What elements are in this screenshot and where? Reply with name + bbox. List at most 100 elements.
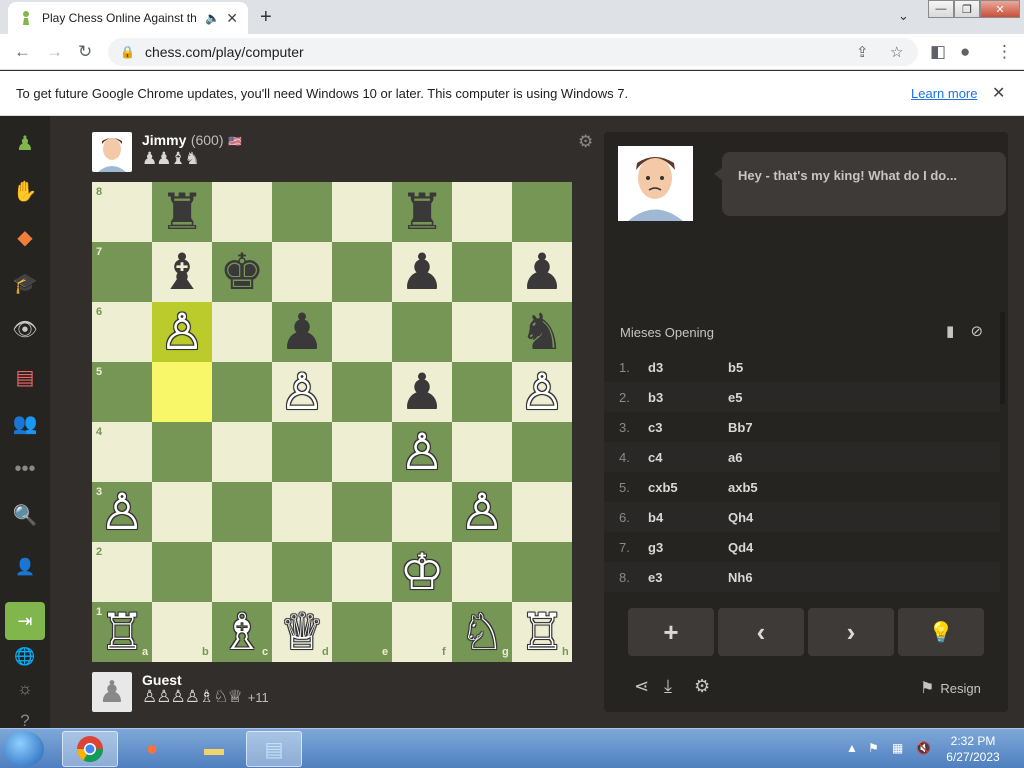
piece-g1[interactable]: ♘ [452,602,512,662]
square-e7[interactable] [332,242,392,302]
action-center-icon[interactable]: ⚑ [868,741,879,755]
black-move[interactable]: axb5 [728,480,808,495]
explore-compass-icon[interactable]: ⊘ [970,323,983,340]
white-move[interactable]: cxb5 [648,480,728,495]
black-move[interactable]: e5 [728,390,808,405]
side-panel-icon[interactable]: ◧ [930,42,946,62]
square-d7[interactable] [272,242,332,302]
square-b4[interactable] [152,422,212,482]
forward-icon[interactable]: → [46,42,63,62]
square-d8[interactable] [272,182,332,242]
tray-expand-icon[interactable]: ▲ [846,741,858,755]
piece-f4[interactable]: ♙ [392,422,452,482]
square-h2[interactable] [512,542,572,602]
white-move[interactable]: b3 [648,390,728,405]
piece-f5[interactable]: ♟ [392,362,452,422]
square-c2[interactable] [212,542,272,602]
hint-lightbulb-button[interactable]: 💡 [898,608,984,656]
black-move[interactable]: b5 [728,360,808,375]
square-e6[interactable] [332,302,392,362]
square-b5[interactable] [152,362,212,422]
close-tab-icon[interactable]: ✕ [226,10,238,27]
black-move[interactable]: Qd4 [728,540,808,555]
globe-icon[interactable]: 🌐 [10,642,40,672]
next-move-button[interactable]: › [808,608,894,656]
piece-h1[interactable]: ♖ [512,602,572,662]
close-window-button[interactable]: ✕ [980,0,1020,18]
piece-g3[interactable]: ♙ [452,482,512,542]
system-clock[interactable]: 2:32 PM 6/27/2023 [940,733,1006,765]
white-move[interactable]: g3 [648,540,728,555]
firefox-taskbar-button[interactable]: ● [124,731,180,767]
login-icon[interactable]: ⇥ [5,602,45,640]
square-e5[interactable] [332,362,392,422]
square-e4[interactable] [332,422,392,482]
square-c6[interactable] [212,302,272,362]
settings-gear-icon[interactable]: ⚙ [694,676,710,697]
square-d4[interactable] [272,422,332,482]
chess-logo-icon[interactable]: ♟ [10,128,40,158]
square-f3[interactable] [392,482,452,542]
piece-a1[interactable]: ♖ [92,602,152,662]
chrome-taskbar-button[interactable] [62,731,118,767]
chevron-down-icon[interactable]: ⌄ [898,8,909,24]
square-g6[interactable] [452,302,512,362]
white-move[interactable]: c4 [648,450,728,465]
white-move[interactable]: b4 [648,510,728,525]
piece-a3[interactable]: ♙ [92,482,152,542]
previous-move-button[interactable]: ‹ [718,608,804,656]
watch-icon[interactable]: 👁 [10,314,40,344]
opponent-name[interactable]: Jimmy [142,132,186,148]
piece-b7[interactable]: ♝ [152,242,212,302]
chess-board[interactable]: 8 7 6 5 4 3 2 1 a b c d e f g h ♜ ♜ ♝ ♚ ♟ ♟ ♙ ♟ ♞ ♙ ♟ ♙ ♙ ♙ ♙ ♔ ♖ ♗ ♕ ♘ ♖ [92,182,572,662]
square-e3[interactable] [332,482,392,542]
notepad-taskbar-button[interactable]: ▤ [246,731,302,767]
square-b3[interactable] [152,482,212,542]
play-icon[interactable]: ✋ [10,176,40,206]
piece-b8[interactable]: ♜ [152,182,212,242]
square-h3[interactable] [512,482,572,542]
piece-c1[interactable]: ♗ [212,602,272,662]
resign-button[interactable]: ⚑ Resign [920,678,981,698]
opponent-avatar[interactable] [92,132,132,172]
square-c3[interactable] [212,482,272,542]
square-g2[interactable] [452,542,512,602]
square-g7[interactable] [452,242,512,302]
black-move[interactable]: Bb7 [728,420,808,435]
windows-start-button[interactable] [4,731,44,767]
download-icon[interactable]: ⤓ [664,676,672,697]
square-d2[interactable] [272,542,332,602]
speaker-icon[interactable]: 🔈 [205,11,220,25]
piece-h7[interactable]: ♟ [512,242,572,302]
white-move[interactable]: e3 [648,570,728,585]
network-icon[interactable]: ▦ [892,741,903,755]
player-name[interactable]: Guest [142,672,269,688]
opening-book-icon[interactable]: ▮ [946,323,954,340]
square-h4[interactable] [512,422,572,482]
square-c5[interactable] [212,362,272,422]
more-icon[interactable]: ••• [10,454,40,484]
square-g8[interactable] [452,182,512,242]
square-g4[interactable] [452,422,512,482]
piece-d1[interactable]: ♕ [272,602,332,662]
square-c8[interactable] [212,182,272,242]
guest-avatar-pawn-icon[interactable]: ♟ [92,672,132,712]
back-icon[interactable]: ← [14,42,31,62]
add-friend-icon[interactable]: 👤 [10,552,40,582]
piece-h6[interactable]: ♞ [512,302,572,362]
piece-c7[interactable]: ♚ [212,242,272,302]
piece-b6[interactable]: ♙ [152,302,212,362]
learn-more-link[interactable]: Learn more [911,86,977,101]
square-b2[interactable] [152,542,212,602]
puzzles-icon[interactable]: ◆ [10,222,40,252]
square-f6[interactable] [392,302,452,362]
black-move[interactable]: a6 [728,450,808,465]
black-move[interactable]: Nh6 [728,570,808,585]
search-icon[interactable]: 🔍 [10,500,40,530]
white-move[interactable]: d3 [648,360,728,375]
new-game-plus-button[interactable]: + [628,608,714,656]
square-e2[interactable] [332,542,392,602]
piece-f8[interactable]: ♜ [392,182,452,242]
piece-f7[interactable]: ♟ [392,242,452,302]
black-move[interactable]: Qh4 [728,510,808,525]
